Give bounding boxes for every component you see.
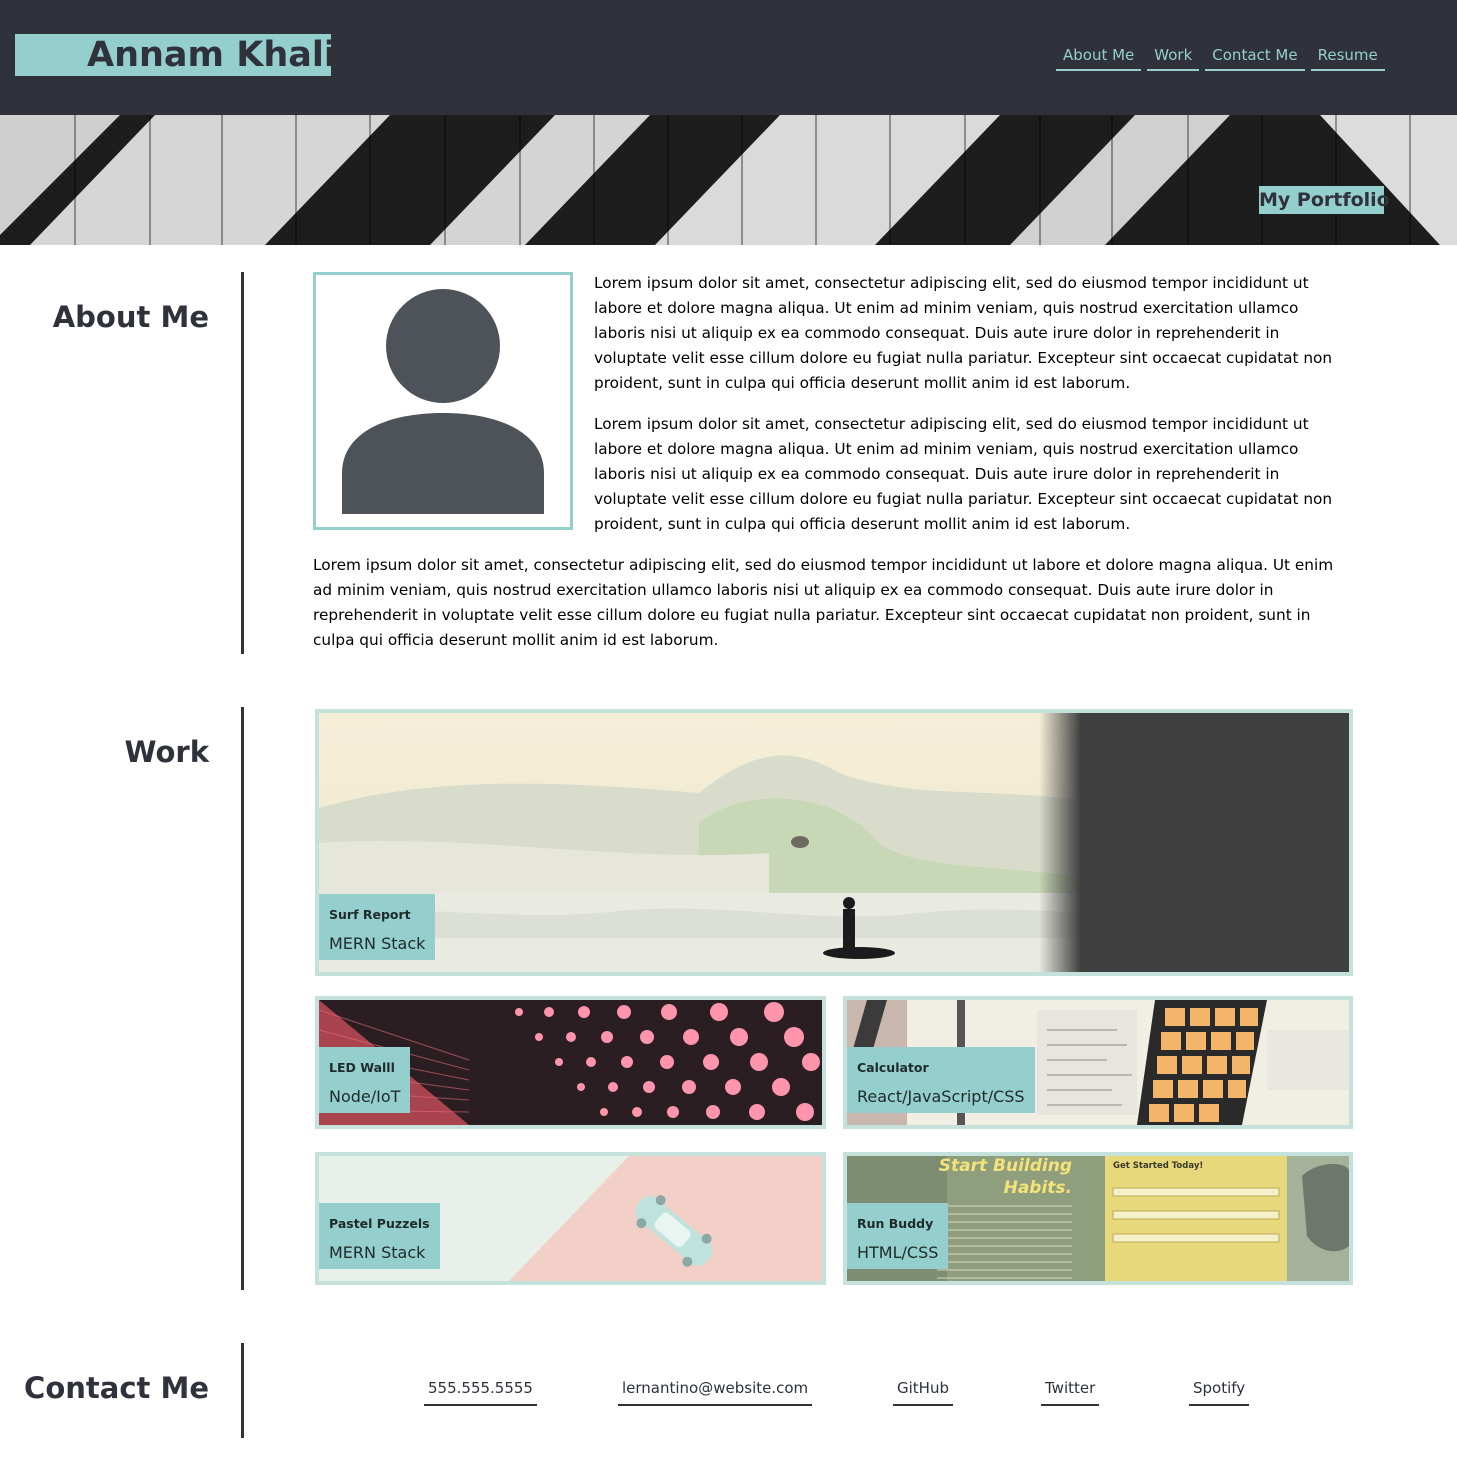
nav-resume[interactable]: Resume xyxy=(1310,44,1385,71)
contact-spotify-link[interactable]: Spotify xyxy=(1189,1378,1250,1406)
hero-banner xyxy=(0,115,1457,245)
work-heading: Work xyxy=(124,735,209,769)
project-title: Run Buddy xyxy=(857,1216,934,1231)
contact-github-link[interactable]: GitHub xyxy=(893,1378,953,1406)
project-label: Run Buddy HTML/CSS xyxy=(847,1203,949,1269)
project-title: Pastel Puzzels xyxy=(329,1216,430,1231)
wood-stripes-image xyxy=(0,115,1457,245)
main-nav: About Me Work Contact Me Resume xyxy=(1056,44,1385,71)
project-card-pastel-puzzels[interactable]: Pastel Puzzels MERN Stack xyxy=(315,1152,826,1285)
user-avatar-icon xyxy=(342,289,544,514)
project-stack: MERN Stack xyxy=(329,1243,426,1262)
nav-contact-me[interactable]: Contact Me xyxy=(1205,44,1305,71)
brand-box: Annam Khalid xyxy=(15,34,361,76)
site-title: Annam Khalid xyxy=(87,35,361,75)
surf-image xyxy=(319,713,1349,972)
about-paragraph-1: Lorem ipsum dolor sit amet, consectetur … xyxy=(594,274,1333,392)
project-title: LED Walll xyxy=(329,1060,395,1075)
about-paragraph-2: Lorem ipsum dolor sit amet, consectetur … xyxy=(594,415,1333,533)
contact-heading: Contact Me xyxy=(24,1371,209,1405)
contact-email-link[interactable]: lernantino@website.com xyxy=(618,1378,813,1406)
project-card-led-wall[interactable]: LED Walll Node/IoT xyxy=(315,996,826,1129)
project-label: Pastel Puzzels MERN Stack xyxy=(319,1203,440,1269)
about-heading: About Me xyxy=(52,300,209,334)
runbuddy-form-title: Get Started Today! xyxy=(1113,1161,1203,1171)
contact-divider xyxy=(241,1343,244,1438)
project-stack: HTML/CSS xyxy=(857,1243,939,1262)
about-paragraph-3: Lorem ipsum dolor sit amet, consectetur … xyxy=(313,556,1334,649)
project-title: Surf Report xyxy=(329,907,411,922)
project-stack: MERN Stack xyxy=(329,934,426,953)
runbuddy-headline-1: Start Building xyxy=(939,1156,1072,1176)
contact-phone-link[interactable]: 555.555.5555 xyxy=(424,1378,537,1406)
project-stack: Node/IoT xyxy=(329,1087,401,1106)
runbuddy-headline-2: Habits. xyxy=(1004,1178,1072,1198)
project-card-surf-report[interactable]: Surf Report MERN Stack xyxy=(315,709,1353,976)
project-label: Calculator React/JavaScript/CSS xyxy=(847,1047,1035,1113)
project-card-calculator[interactable]: Calculator React/JavaScript/CSS xyxy=(843,996,1353,1129)
nav-work[interactable]: Work xyxy=(1147,44,1200,71)
project-stack: React/JavaScript/CSS xyxy=(857,1087,1025,1106)
project-label: Surf Report MERN Stack xyxy=(319,894,436,960)
work-divider xyxy=(241,707,244,1290)
portfolio-tag: My Portfolio xyxy=(1259,186,1390,214)
project-title: Calculator xyxy=(857,1060,929,1075)
site-header: Annam Khalid About Me Work Contact Me Re… xyxy=(0,0,1457,115)
project-label: LED Walll Node/IoT xyxy=(319,1047,411,1113)
about-divider xyxy=(241,272,244,654)
profile-photo xyxy=(313,272,573,530)
project-card-run-buddy[interactable]: Start Building Habits. Get Started Today… xyxy=(843,1152,1353,1285)
contact-twitter-link[interactable]: Twitter xyxy=(1041,1378,1100,1406)
nav-about-me[interactable]: About Me xyxy=(1056,44,1142,71)
